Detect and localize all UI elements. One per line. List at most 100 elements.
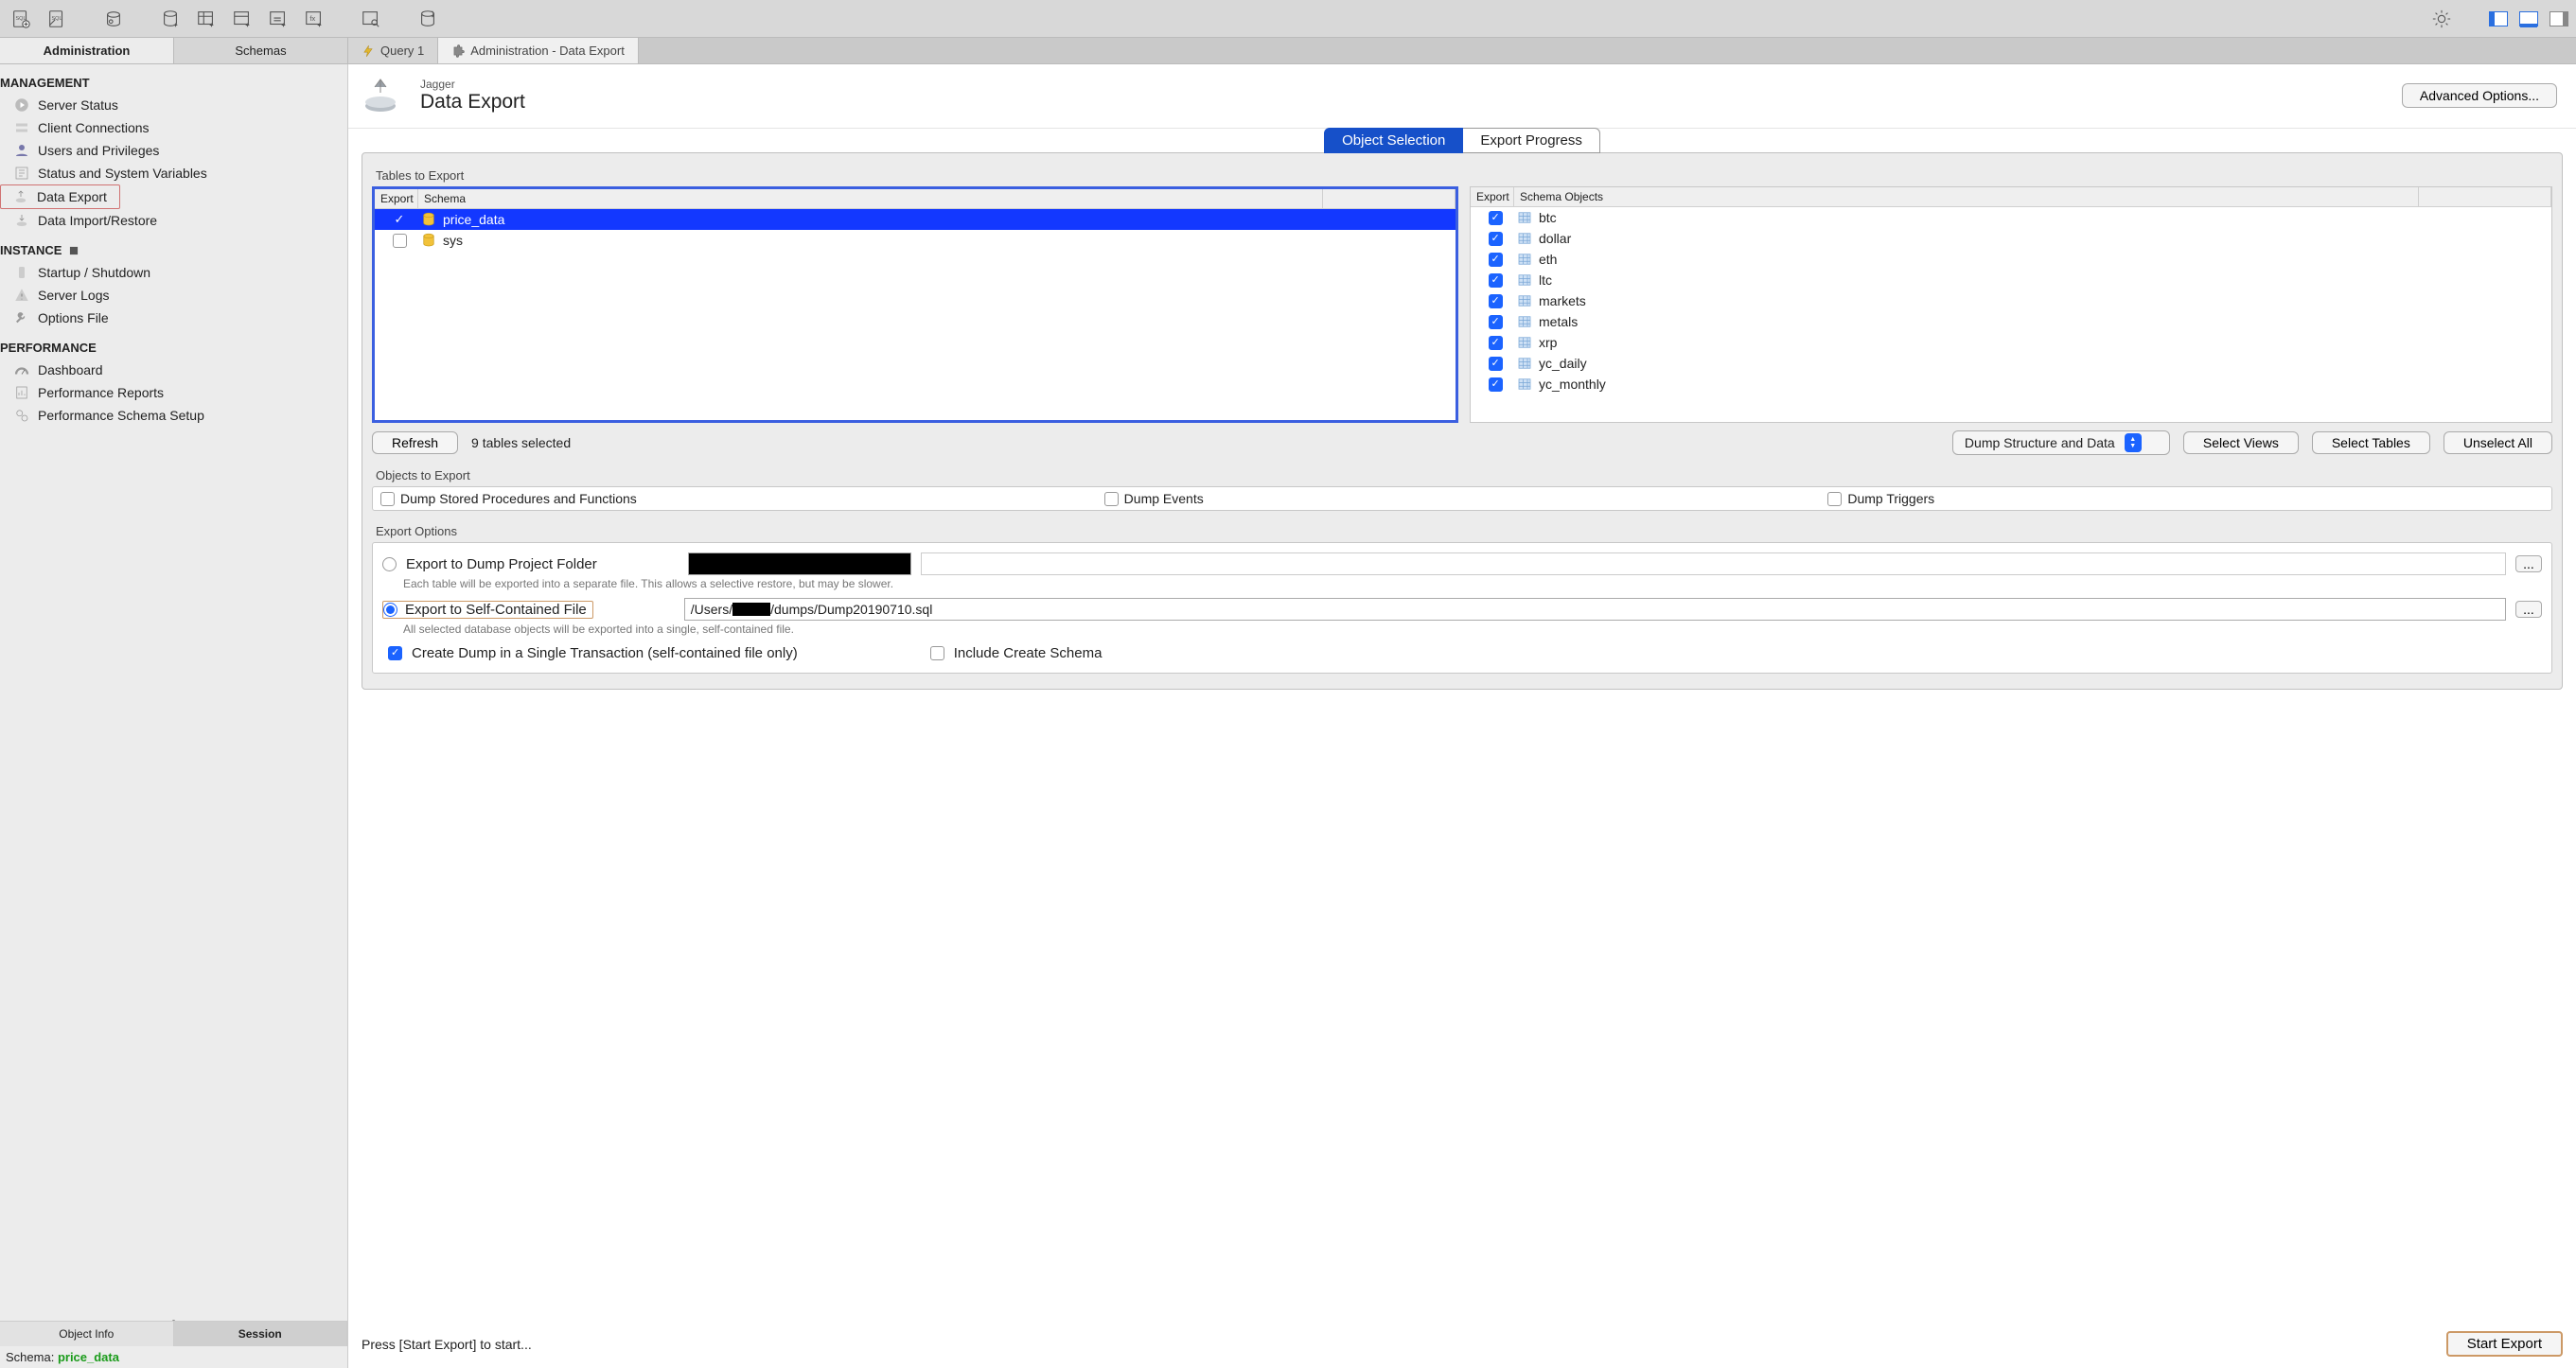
- table-row[interactable]: markets: [1471, 290, 2551, 311]
- nav-perf-schema-setup[interactable]: Performance Schema Setup: [0, 404, 347, 427]
- sidebar-tab-object-info[interactable]: Object Info: [0, 1322, 174, 1346]
- table-row[interactable]: btc: [1471, 207, 2551, 228]
- dump-mode-select[interactable]: Dump Structure and Data ▲▼: [1952, 430, 2170, 455]
- puzzle-icon: [451, 44, 465, 58]
- start-export-button[interactable]: Start Export: [2446, 1331, 2563, 1357]
- nav-server-status[interactable]: Server Status: [0, 94, 347, 116]
- table-checkbox[interactable]: [1489, 273, 1503, 288]
- folder-help: Each table will be exported into a separ…: [403, 577, 2542, 590]
- folder-path-input[interactable]: [688, 552, 911, 575]
- rebuild-icon[interactable]: [415, 6, 441, 32]
- label-export-options: Export Options: [376, 524, 2552, 538]
- table-row[interactable]: xrp: [1471, 332, 2551, 353]
- add-schema-icon[interactable]: [157, 6, 184, 32]
- nav-options-file[interactable]: Options File: [0, 307, 347, 329]
- label-objects-to-export: Objects to Export: [376, 468, 2552, 482]
- checkbox-dump-stored[interactable]: [380, 492, 395, 506]
- table-checkbox[interactable]: [1489, 377, 1503, 392]
- checkbox-include-create-schema[interactable]: [930, 646, 944, 660]
- table-row[interactable]: eth: [1471, 249, 2551, 270]
- nav-server-logs[interactable]: Server Logs: [0, 284, 347, 307]
- section-performance: PERFORMANCE: [0, 341, 347, 355]
- tab-export-progress[interactable]: Export Progress: [1463, 128, 1600, 153]
- add-function-icon[interactable]: fx: [301, 6, 327, 32]
- checkbox-single-transaction[interactable]: [388, 646, 402, 660]
- gears-icon: [13, 407, 30, 424]
- radio-export-folder[interactable]: [382, 557, 397, 571]
- unselect-all-button[interactable]: Unselect All: [2444, 431, 2552, 454]
- add-view-icon[interactable]: [229, 6, 256, 32]
- lightning-icon: [362, 44, 375, 58]
- wrench-icon: [13, 309, 30, 326]
- sidebar-tab-schemas[interactable]: Schemas: [174, 38, 348, 63]
- tab-object-selection[interactable]: Object Selection: [1324, 128, 1463, 153]
- table-checkbox[interactable]: [1489, 253, 1503, 267]
- table-row[interactable]: yc_daily: [1471, 353, 2551, 374]
- nav-data-export[interactable]: Data Export: [0, 184, 120, 209]
- table-row[interactable]: dollar: [1471, 228, 2551, 249]
- table-icon: [1516, 251, 1533, 268]
- toggle-bottom-panel-icon[interactable]: [2519, 11, 2538, 26]
- add-routine-icon[interactable]: [265, 6, 291, 32]
- table-icon: [1516, 376, 1533, 393]
- nav-dashboard[interactable]: Dashboard: [0, 359, 347, 381]
- new-sql-file-icon[interactable]: SQL: [8, 6, 34, 32]
- warning-icon: [13, 287, 30, 304]
- select-arrows-icon: ▲▼: [2125, 433, 2142, 452]
- connections-icon: [13, 119, 30, 136]
- schema-list[interactable]: Export Schema ✓price_datasys: [372, 186, 1458, 423]
- inspector-icon[interactable]: [100, 6, 127, 32]
- table-checkbox[interactable]: [1489, 315, 1503, 329]
- page-title: Data Export: [420, 91, 2387, 114]
- nav-users-privileges[interactable]: Users and Privileges: [0, 139, 347, 162]
- sidebar-tab-session[interactable]: Session: [174, 1322, 348, 1346]
- svg-text:fx: fx: [309, 13, 315, 22]
- top-toolbar: SQL SQL fx: [0, 0, 2576, 38]
- nav-data-import[interactable]: Data Import/Restore: [0, 209, 347, 232]
- table-list[interactable]: Export Schema Objects btcdollarethltcmar…: [1470, 186, 2552, 423]
- nav-perf-reports[interactable]: Performance Reports: [0, 381, 347, 404]
- schema-checkbox[interactable]: [393, 234, 407, 248]
- table-row[interactable]: yc_monthly: [1471, 374, 2551, 395]
- self-contained-path-input[interactable]: /Users//dumps/Dump20190710.sql: [684, 598, 2506, 621]
- open-sql-file-icon[interactable]: SQL: [44, 6, 70, 32]
- table-row[interactable]: ltc: [1471, 270, 2551, 290]
- folder-browse-button[interactable]: ...: [2515, 555, 2542, 572]
- settings-gear-icon[interactable]: [2428, 6, 2455, 32]
- tab-admin-data-export[interactable]: Administration - Data Export: [438, 38, 639, 63]
- table-checkbox[interactable]: [1489, 336, 1503, 350]
- schema-row[interactable]: sys: [375, 230, 1456, 251]
- schema-row[interactable]: ✓price_data: [375, 209, 1456, 230]
- data-export-icon: [360, 74, 405, 116]
- database-icon: [420, 211, 437, 228]
- table-icon: [1516, 209, 1533, 226]
- nav-client-connections[interactable]: Client Connections: [0, 116, 347, 139]
- power-icon: [13, 264, 30, 281]
- refresh-button[interactable]: Refresh: [372, 431, 458, 454]
- radio-export-self-contained[interactable]: [383, 603, 397, 617]
- table-icon: [1516, 313, 1533, 330]
- table-row[interactable]: metals: [1471, 311, 2551, 332]
- toggle-right-panel-icon[interactable]: [2550, 11, 2568, 26]
- table-checkbox[interactable]: [1489, 211, 1503, 225]
- table-checkbox[interactable]: [1489, 357, 1503, 371]
- table-checkbox[interactable]: [1489, 232, 1503, 246]
- advanced-options-button[interactable]: Advanced Options...: [2402, 83, 2557, 108]
- section-management: MANAGEMENT: [0, 76, 347, 90]
- search-table-icon[interactable]: [358, 6, 384, 32]
- nav-startup-shutdown[interactable]: Startup / Shutdown: [0, 261, 347, 284]
- tab-query-1[interactable]: Query 1: [348, 38, 438, 63]
- play-circle-icon: [13, 96, 30, 114]
- select-tables-button[interactable]: Select Tables: [2312, 431, 2430, 454]
- nav-status-variables[interactable]: Status and System Variables: [0, 162, 347, 184]
- self-browse-button[interactable]: ...: [2515, 601, 2542, 618]
- sidebar-tab-administration[interactable]: Administration: [0, 38, 174, 63]
- select-views-button[interactable]: Select Views: [2183, 431, 2299, 454]
- checkbox-dump-events[interactable]: [1104, 492, 1119, 506]
- add-table-icon[interactable]: [193, 6, 220, 32]
- checkbox-dump-triggers[interactable]: [1827, 492, 1842, 506]
- tables-selected-status: 9 tables selected: [471, 435, 571, 450]
- toggle-left-panel-icon[interactable]: [2489, 11, 2508, 26]
- table-checkbox[interactable]: [1489, 294, 1503, 308]
- label-tables-to-export: Tables to Export: [376, 168, 2552, 183]
